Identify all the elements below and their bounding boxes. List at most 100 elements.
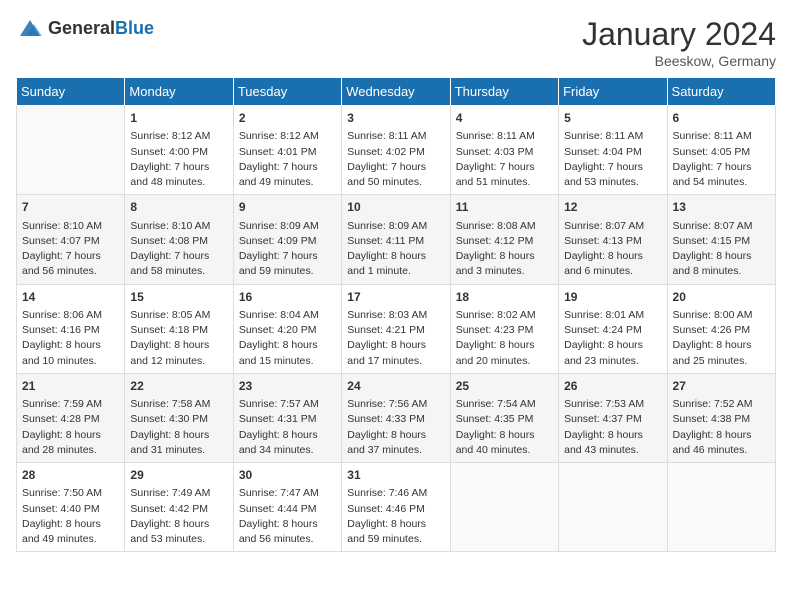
- day-number: 13: [673, 199, 770, 216]
- day-info-line: Sunrise: 7:53 AM: [564, 397, 661, 412]
- day-info-line: Sunrise: 8:10 AM: [130, 219, 227, 234]
- day-info-line: and 1 minute.: [347, 264, 444, 279]
- day-info-line: and 46 minutes.: [673, 443, 770, 458]
- day-info-line: Sunrise: 8:11 AM: [456, 129, 553, 144]
- day-number: 5: [564, 110, 661, 127]
- day-info-line: Sunrise: 7:52 AM: [673, 397, 770, 412]
- day-info-line: Sunrise: 8:03 AM: [347, 308, 444, 323]
- day-info-line: Sunset: 4:03 PM: [456, 145, 553, 160]
- day-info-line: and 6 minutes.: [564, 264, 661, 279]
- calendar-cell: 22Sunrise: 7:58 AMSunset: 4:30 PMDayligh…: [125, 373, 233, 462]
- day-info-line: and 17 minutes.: [347, 354, 444, 369]
- day-info-line: Daylight: 8 hours: [347, 428, 444, 443]
- day-info-line: and 49 minutes.: [22, 532, 119, 547]
- day-info-line: Daylight: 8 hours: [22, 517, 119, 532]
- day-header-tuesday: Tuesday: [233, 78, 341, 106]
- day-info-line: Daylight: 8 hours: [564, 249, 661, 264]
- day-info-line: Daylight: 7 hours: [130, 160, 227, 175]
- day-info-line: and 56 minutes.: [239, 532, 336, 547]
- calendar-cell: 2Sunrise: 8:12 AMSunset: 4:01 PMDaylight…: [233, 106, 341, 195]
- day-info-line: Sunrise: 8:07 AM: [673, 219, 770, 234]
- day-info-line: Sunrise: 8:11 AM: [673, 129, 770, 144]
- day-info-line: and 20 minutes.: [456, 354, 553, 369]
- day-info-line: Sunrise: 8:02 AM: [456, 308, 553, 323]
- day-info-line: Sunrise: 8:06 AM: [22, 308, 119, 323]
- calendar-cell: 27Sunrise: 7:52 AMSunset: 4:38 PMDayligh…: [667, 373, 775, 462]
- day-info-line: Daylight: 8 hours: [22, 428, 119, 443]
- day-info-line: Daylight: 8 hours: [673, 249, 770, 264]
- day-info-line: Sunrise: 7:58 AM: [130, 397, 227, 412]
- day-info-line: Daylight: 8 hours: [673, 428, 770, 443]
- calendar-cell: [17, 106, 125, 195]
- day-info-line: and 40 minutes.: [456, 443, 553, 458]
- day-number: 11: [456, 199, 553, 216]
- day-info-line: Sunset: 4:02 PM: [347, 145, 444, 160]
- day-info-line: Sunrise: 7:46 AM: [347, 486, 444, 501]
- day-number: 9: [239, 199, 336, 216]
- day-number: 30: [239, 467, 336, 484]
- day-info-line: Sunrise: 7:56 AM: [347, 397, 444, 412]
- calendar-cell: 17Sunrise: 8:03 AMSunset: 4:21 PMDayligh…: [342, 284, 450, 373]
- day-number: 16: [239, 289, 336, 306]
- day-info-line: and 28 minutes.: [22, 443, 119, 458]
- calendar-cell: [559, 463, 667, 552]
- calendar-cell: 21Sunrise: 7:59 AMSunset: 4:28 PMDayligh…: [17, 373, 125, 462]
- day-info-line: and 8 minutes.: [673, 264, 770, 279]
- day-info-line: and 59 minutes.: [347, 532, 444, 547]
- day-info-line: Daylight: 7 hours: [456, 160, 553, 175]
- day-info-line: Daylight: 8 hours: [673, 338, 770, 353]
- day-info-line: Sunset: 4:26 PM: [673, 323, 770, 338]
- day-info-line: Daylight: 7 hours: [564, 160, 661, 175]
- day-info-line: Sunset: 4:44 PM: [239, 502, 336, 517]
- day-info-line: Sunrise: 8:04 AM: [239, 308, 336, 323]
- day-info-line: and 3 minutes.: [456, 264, 553, 279]
- calendar-cell: 20Sunrise: 8:00 AMSunset: 4:26 PMDayligh…: [667, 284, 775, 373]
- day-info-line: Sunrise: 7:50 AM: [22, 486, 119, 501]
- day-info-line: Sunset: 4:15 PM: [673, 234, 770, 249]
- title-block: January 2024 Beeskow, Germany: [582, 16, 776, 69]
- day-header-monday: Monday: [125, 78, 233, 106]
- day-info-line: Sunrise: 7:59 AM: [22, 397, 119, 412]
- day-info-line: Sunrise: 8:12 AM: [239, 129, 336, 144]
- location: Beeskow, Germany: [582, 53, 776, 69]
- day-info-line: and 54 minutes.: [673, 175, 770, 190]
- day-info-line: Sunrise: 7:47 AM: [239, 486, 336, 501]
- day-info-line: Sunrise: 8:12 AM: [130, 129, 227, 144]
- day-info-line: Sunset: 4:11 PM: [347, 234, 444, 249]
- day-info-line: Daylight: 7 hours: [130, 249, 227, 264]
- calendar-cell: 16Sunrise: 8:04 AMSunset: 4:20 PMDayligh…: [233, 284, 341, 373]
- calendar-cell: 4Sunrise: 8:11 AMSunset: 4:03 PMDaylight…: [450, 106, 558, 195]
- day-info-line: and 49 minutes.: [239, 175, 336, 190]
- day-number: 17: [347, 289, 444, 306]
- day-info-line: Sunset: 4:13 PM: [564, 234, 661, 249]
- logo-text-blue: Blue: [115, 18, 154, 38]
- day-info-line: Daylight: 8 hours: [22, 338, 119, 353]
- day-info-line: and 43 minutes.: [564, 443, 661, 458]
- day-info-line: Sunset: 4:31 PM: [239, 412, 336, 427]
- page-header: GeneralBlue January 2024 Beeskow, German…: [16, 16, 776, 69]
- calendar-cell: [450, 463, 558, 552]
- day-info-line: Sunrise: 8:09 AM: [239, 219, 336, 234]
- day-info-line: Daylight: 8 hours: [347, 517, 444, 532]
- day-info-line: Sunrise: 8:10 AM: [22, 219, 119, 234]
- day-info-line: Sunrise: 7:54 AM: [456, 397, 553, 412]
- day-info-line: Daylight: 8 hours: [456, 428, 553, 443]
- day-info-line: Sunset: 4:37 PM: [564, 412, 661, 427]
- day-info-line: Daylight: 7 hours: [347, 160, 444, 175]
- day-info-line: Daylight: 8 hours: [130, 517, 227, 532]
- day-info-line: Sunset: 4:46 PM: [347, 502, 444, 517]
- day-info-line: Sunset: 4:20 PM: [239, 323, 336, 338]
- day-number: 29: [130, 467, 227, 484]
- day-info-line: Sunrise: 7:49 AM: [130, 486, 227, 501]
- calendar-cell: 24Sunrise: 7:56 AMSunset: 4:33 PMDayligh…: [342, 373, 450, 462]
- day-info-line: Daylight: 7 hours: [673, 160, 770, 175]
- day-info-line: Sunset: 4:21 PM: [347, 323, 444, 338]
- day-info-line: Sunrise: 7:57 AM: [239, 397, 336, 412]
- calendar-cell: 10Sunrise: 8:09 AMSunset: 4:11 PMDayligh…: [342, 195, 450, 284]
- day-info-line: Daylight: 8 hours: [239, 517, 336, 532]
- day-info-line: Daylight: 8 hours: [239, 428, 336, 443]
- calendar-week-row: 21Sunrise: 7:59 AMSunset: 4:28 PMDayligh…: [17, 373, 776, 462]
- calendar-cell: 15Sunrise: 8:05 AMSunset: 4:18 PMDayligh…: [125, 284, 233, 373]
- day-info-line: Daylight: 7 hours: [22, 249, 119, 264]
- day-number: 24: [347, 378, 444, 395]
